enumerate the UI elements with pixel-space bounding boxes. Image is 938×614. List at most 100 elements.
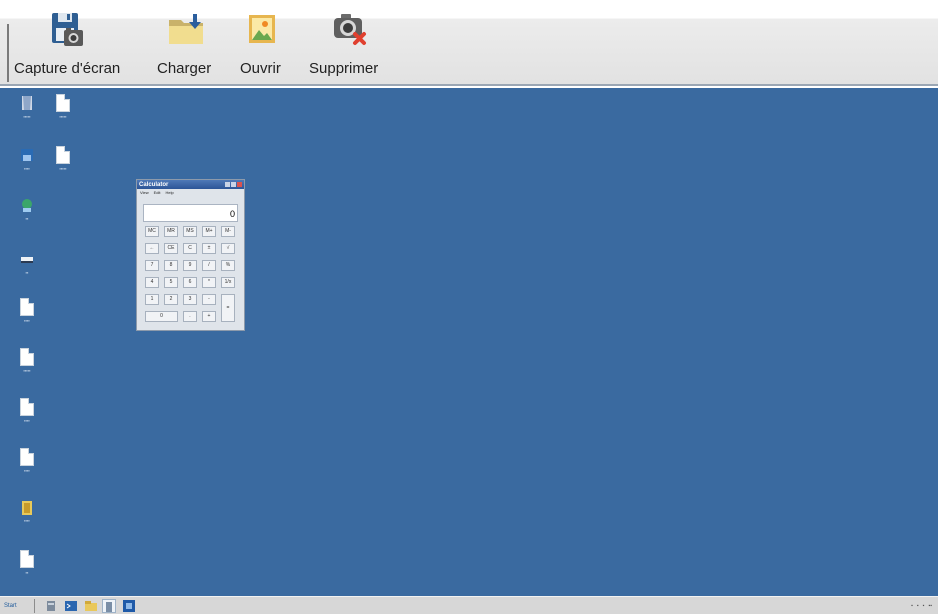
- calculator-key[interactable]: /: [202, 260, 216, 271]
- network-tray-icon[interactable]: ▪: [911, 603, 913, 609]
- desktop-icon-label: ▪▪: [25, 216, 29, 221]
- drive-icon: [20, 250, 34, 268]
- close-icon[interactable]: [237, 182, 242, 187]
- camera-delete-icon: [327, 12, 366, 48]
- calculator-key[interactable]: 2: [164, 294, 178, 305]
- desktop-icon-label: ▪▪▪▪▪: [23, 114, 31, 119]
- load-button[interactable]: Charger: [157, 12, 211, 82]
- desktop-icon-label: ▪▪▪▪▪: [23, 368, 31, 373]
- calculator-key[interactable]: -: [202, 294, 216, 305]
- calculator-key[interactable]: 6: [183, 277, 197, 288]
- calculator-key[interactable]: %: [221, 260, 235, 271]
- desktop-icon-label: ▪▪▪▪: [24, 468, 30, 473]
- calculator-key[interactable]: +: [202, 311, 216, 322]
- calculator-key[interactable]: 1: [145, 294, 159, 305]
- volume-tray-icon[interactable]: ▪: [917, 603, 919, 609]
- calculator-key[interactable]: 5: [164, 277, 178, 288]
- network-icon: [20, 196, 34, 214]
- calculator-titlebar[interactable]: Calculator: [137, 180, 244, 189]
- calculator-key[interactable]: ←: [145, 243, 159, 254]
- folder-icon: [20, 498, 34, 516]
- menu-edit[interactable]: Edit: [154, 190, 161, 195]
- load-button-label: Charger: [157, 60, 212, 77]
- desktop-icon-document[interactable]: ▪▪▪▪▪: [40, 94, 86, 119]
- document-icon: [56, 94, 70, 112]
- calculator-key[interactable]: MS: [183, 226, 197, 237]
- delete-button-label: Supprimer: [309, 60, 379, 77]
- desktop-icon-label: ▪▪▪▪: [24, 166, 30, 171]
- delete-button[interactable]: Supprimer: [309, 12, 378, 82]
- desktop-icon-label: ▪▪▪▪▪: [59, 166, 67, 171]
- desktop-icon-document[interactable]: ▪▪▪▪: [4, 298, 50, 323]
- app-taskbar-icon[interactable]: [122, 599, 136, 613]
- document-icon: [20, 448, 34, 466]
- desktop-icon-label: ▪▪▪▪: [24, 318, 30, 323]
- calculator-key[interactable]: ±: [202, 243, 216, 254]
- open-button[interactable]: Ouvrir: [240, 12, 281, 82]
- calculator-key[interactable]: CE: [164, 243, 178, 254]
- calculator-key[interactable]: 0: [145, 311, 178, 322]
- calculator-title: Calculator: [139, 181, 169, 188]
- recycle-bin-icon: [20, 94, 34, 112]
- file-explorer-icon[interactable]: [84, 599, 98, 613]
- powershell-icon[interactable]: [64, 599, 78, 613]
- menu-help[interactable]: Help: [166, 190, 174, 195]
- desktop-icon-document[interactable]: ▪▪: [4, 550, 50, 575]
- server-manager-icon[interactable]: [44, 599, 58, 613]
- start-button[interactable]: Start: [4, 599, 32, 613]
- calculator-taskbar-icon[interactable]: [102, 599, 116, 613]
- system-tray: ▪ ▪ ▪ ▪▪: [911, 599, 932, 613]
- calculator-key[interactable]: M-: [221, 226, 235, 237]
- calculator-display: 0: [143, 204, 238, 222]
- menu-view[interactable]: View: [140, 190, 149, 195]
- calculator-key[interactable]: C: [183, 243, 197, 254]
- document-icon: [20, 398, 34, 416]
- calculator-keypad: MC MR MS M+ M- ← CE C ± √ 7 8 9 /% 4 5 6 * 1/x 1 2 3- = 0. +: [145, 226, 241, 326]
- maximize-icon[interactable]: [231, 182, 236, 187]
- clock[interactable]: ▪▪: [928, 603, 932, 609]
- calculator-key[interactable]: =: [221, 294, 235, 322]
- picture-icon: [243, 12, 277, 48]
- desktop-icon-document[interactable]: ▪▪▪▪▪: [4, 348, 50, 373]
- desktop-icon-document[interactable]: ▪▪▪▪▪: [40, 146, 86, 171]
- calculator-key[interactable]: 4: [145, 277, 159, 288]
- app-toolbar: Capture d'écran Charger Ouvrir Supprimer: [0, 0, 938, 86]
- calculator-window[interactable]: Calculator View Edit Help 0 MC MR MS M+ M- ← C…: [136, 179, 245, 331]
- calculator-key[interactable]: *: [202, 277, 216, 288]
- calculator-key[interactable]: 9: [183, 260, 197, 271]
- desktop-icon-label: ▪▪: [25, 570, 29, 575]
- capture-button[interactable]: Capture d'écran: [14, 12, 120, 82]
- document-icon: [20, 550, 34, 568]
- document-icon: [20, 348, 34, 366]
- calculator-menu: View Edit Help: [137, 189, 244, 196]
- desktop-icon-network[interactable]: ▪▪: [4, 196, 50, 221]
- calculator-key[interactable]: 8: [164, 260, 178, 271]
- desktop-icon-label: ▪▪: [25, 270, 29, 275]
- desktop-icon-folder[interactable]: ▪▪▪▪: [4, 498, 50, 523]
- calculator-key[interactable]: 3: [183, 294, 197, 305]
- desktop-icon-label: ▪▪▪▪: [24, 418, 30, 423]
- language-tray-icon[interactable]: ▪: [923, 603, 925, 609]
- minimize-icon[interactable]: [225, 182, 230, 187]
- screen: Capture d'écran Charger Ouvrir Supprimer…: [0, 0, 938, 614]
- desktop-icon-document[interactable]: ▪▪▪▪: [4, 448, 50, 473]
- document-icon: [20, 298, 34, 316]
- taskbar: Start ▪ ▪ ▪ ▪▪: [0, 596, 938, 614]
- desktop-icon-label: ▪▪▪▪▪: [59, 114, 67, 119]
- calculator-key[interactable]: √: [221, 243, 235, 254]
- taskbar-separator: [34, 599, 35, 613]
- document-icon: [56, 146, 70, 164]
- desktop-icon-drive[interactable]: ▪▪: [4, 250, 50, 275]
- open-button-label: Ouvrir: [240, 60, 281, 77]
- calculator-key[interactable]: M+: [202, 226, 216, 237]
- floppy-camera-icon: [50, 12, 84, 48]
- calculator-key[interactable]: 7: [145, 260, 159, 271]
- desktop-icon-label: ▪▪▪▪: [24, 518, 30, 523]
- calculator-key[interactable]: MR: [164, 226, 178, 237]
- calculator-key[interactable]: 1/x: [221, 277, 235, 288]
- folder-download-icon: [167, 12, 204, 48]
- toolbar-grip: [7, 24, 9, 82]
- calculator-key[interactable]: .: [183, 311, 197, 322]
- calculator-key[interactable]: MC: [145, 226, 159, 237]
- desktop-icon-document[interactable]: ▪▪▪▪: [4, 398, 50, 423]
